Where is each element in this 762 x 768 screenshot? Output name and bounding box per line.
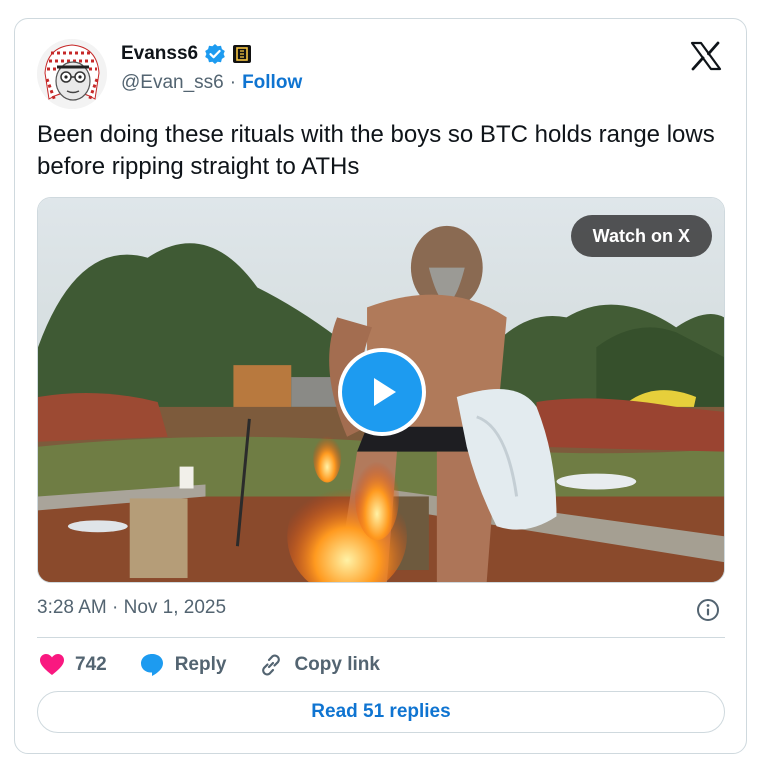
like-count: 742 (75, 654, 107, 675)
author-handle[interactable]: @Evan_ss6 (121, 72, 224, 94)
info-icon[interactable] (696, 598, 720, 622)
watch-on-x-button[interactable]: Watch on X (570, 215, 712, 257)
divider (37, 637, 725, 638)
separator-dot: · (229, 72, 237, 93)
heart-icon (40, 654, 64, 675)
tweet-text: Been doing these rituals with the boys s… (37, 121, 715, 180)
reply-label: Reply (174, 654, 227, 675)
play-icon (374, 378, 396, 406)
avatar-illustration (37, 39, 107, 109)
video-thumbnail[interactable]: Watch on X (37, 197, 725, 583)
x-logo-icon[interactable] (690, 41, 722, 71)
avatar[interactable] (37, 39, 107, 109)
author-name[interactable]: Evanss6 (121, 43, 198, 65)
square-badge-icon (232, 44, 252, 64)
reply-button[interactable]: Reply (139, 652, 227, 678)
tweet-card: Evanss6 @Evan_ss6 · Follow Been doing th… (14, 18, 747, 754)
link-icon (262, 654, 281, 676)
verified-badge-icon (204, 43, 226, 65)
copy-link-label: Copy link (294, 654, 380, 675)
like-button[interactable]: 742 (39, 652, 107, 678)
action-bar: 742 Reply Copy link (39, 649, 412, 681)
follow-link[interactable]: Follow (242, 72, 302, 94)
read-replies-button[interactable]: Read 51 replies (37, 691, 725, 733)
timestamp[interactable]: 3:28 AM · Nov 1, 2025 (37, 597, 226, 619)
play-button[interactable] (338, 348, 426, 436)
copy-link-button[interactable]: Copy link (258, 652, 380, 678)
reply-bubble-icon (140, 654, 163, 676)
